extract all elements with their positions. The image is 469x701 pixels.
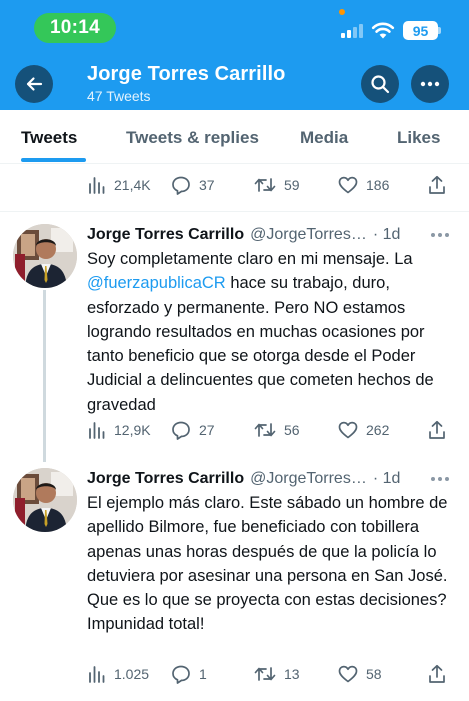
cellular-signal-icon: [341, 22, 365, 38]
share-button[interactable]: [428, 663, 446, 685]
tweet-text: Soy completamente claro en mi mensaje. L…: [87, 247, 459, 417]
tweet-actions: 12,9K 27 56 262: [0, 419, 469, 441]
wifi-icon: [371, 22, 395, 39]
views-icon: [89, 666, 105, 683]
views-icon: [89, 422, 105, 439]
like-button[interactable]: 186: [338, 174, 389, 196]
tweet-text: El ejemplo más claro. Este sábado un hom…: [87, 494, 448, 634]
tweet-author-name[interactable]: Jorge Torres Carrillo: [87, 226, 244, 244]
tweet-author-handle[interactable]: @JorgeTorres…: [250, 470, 367, 488]
views-count: 21,4K: [114, 177, 151, 193]
battery-indicator: 95: [403, 21, 438, 40]
profile-header: 10:14 95 Jorge Torres Carrillo 47 Tweets: [0, 0, 469, 110]
tweet-more-button[interactable]: [428, 224, 452, 246]
tweet-header: Jorge Torres Carrillo @JorgeTorres… · 1d: [87, 224, 400, 246]
avatar[interactable]: [13, 468, 77, 532]
retweet-count: 13: [284, 666, 300, 682]
views-button[interactable]: 1.025: [88, 663, 149, 685]
like-button[interactable]: 262: [338, 419, 389, 441]
views-count: 1.025: [114, 666, 150, 682]
retweet-icon: [254, 178, 276, 192]
tab-tweets-replies[interactable]: Tweets & replies: [126, 128, 259, 148]
reply-count: 27: [199, 422, 215, 438]
tab-media[interactable]: Media: [300, 128, 348, 148]
battery-tip: [438, 27, 441, 34]
more-icon: [420, 81, 440, 87]
share-icon: [429, 175, 445, 194]
avatar[interactable]: [13, 224, 77, 288]
mention-link[interactable]: @fuerzapublicaCR: [87, 274, 226, 292]
tweet-text-part: hace su trabajo, duro, esforzado y perma…: [87, 274, 434, 414]
tweet-author-handle[interactable]: @JorgeTorres…: [250, 226, 367, 244]
tweet-actions: 21,4K 37 59 186: [0, 174, 469, 196]
views-count: 12,9K: [114, 422, 151, 438]
tab-tweets[interactable]: Tweets: [21, 128, 77, 148]
search-button[interactable]: [361, 65, 399, 103]
tweet-text-part: Soy completamente claro en mi mensaje. L…: [87, 250, 413, 268]
share-icon: [429, 420, 445, 439]
retweet-button[interactable]: 13: [254, 663, 300, 685]
views-icon: [89, 177, 105, 194]
reply-button[interactable]: 37: [171, 174, 215, 196]
avatar-image: [13, 468, 77, 532]
reply-icon: [172, 176, 190, 195]
share-button[interactable]: [428, 419, 446, 441]
reply-button[interactable]: 1: [171, 663, 207, 685]
tweet-more-button[interactable]: [428, 468, 452, 490]
arrow-left-icon: [26, 77, 43, 91]
like-button[interactable]: 58: [338, 663, 382, 685]
retweet-button[interactable]: 56: [254, 419, 300, 441]
retweet-count: 59: [284, 177, 300, 193]
tab-likes[interactable]: Likes: [397, 128, 440, 148]
active-tab-indicator: [21, 158, 86, 162]
profile-name: Jorge Torres Carrillo: [87, 63, 286, 85]
retweet-count: 56: [284, 422, 300, 438]
retweet-icon: [254, 667, 276, 681]
retweet-button[interactable]: 59: [254, 174, 300, 196]
tweet-time: · 1d: [372, 226, 401, 243]
reply-button[interactable]: 27: [171, 419, 215, 441]
heart-icon: [338, 176, 358, 194]
avatar-image: [13, 224, 77, 288]
heart-icon: [338, 665, 358, 683]
heart-icon: [338, 421, 358, 439]
tweet-actions: 1.025 1 13 58: [0, 663, 469, 685]
tweet-time: · 1d: [372, 470, 401, 487]
search-icon: [371, 75, 390, 94]
reply-icon: [172, 421, 190, 440]
reply-icon: [172, 665, 190, 684]
tweet-header: Jorge Torres Carrillo @JorgeTorres… · 1d: [87, 468, 400, 490]
back-button[interactable]: [15, 65, 53, 103]
share-icon: [429, 664, 445, 683]
tweet-author-name[interactable]: Jorge Torres Carrillo: [87, 470, 244, 488]
more-options-button[interactable]: [411, 65, 449, 103]
reply-count: 1: [199, 666, 207, 682]
views-button[interactable]: 12,9K: [88, 419, 151, 441]
divider: [0, 211, 469, 212]
like-count: 58: [366, 666, 382, 682]
like-count: 262: [366, 422, 390, 438]
reply-count: 37: [199, 177, 215, 193]
privacy-indicator: [339, 9, 345, 15]
share-button[interactable]: [428, 174, 446, 196]
profile-tabs: Tweets Tweets & replies Media Likes: [0, 110, 469, 164]
tweet-count: 47 Tweets: [87, 88, 151, 104]
status-time: 10:14: [34, 13, 116, 43]
views-button[interactable]: 21,4K: [88, 174, 151, 196]
like-count: 186: [366, 177, 390, 193]
retweet-icon: [254, 423, 276, 437]
